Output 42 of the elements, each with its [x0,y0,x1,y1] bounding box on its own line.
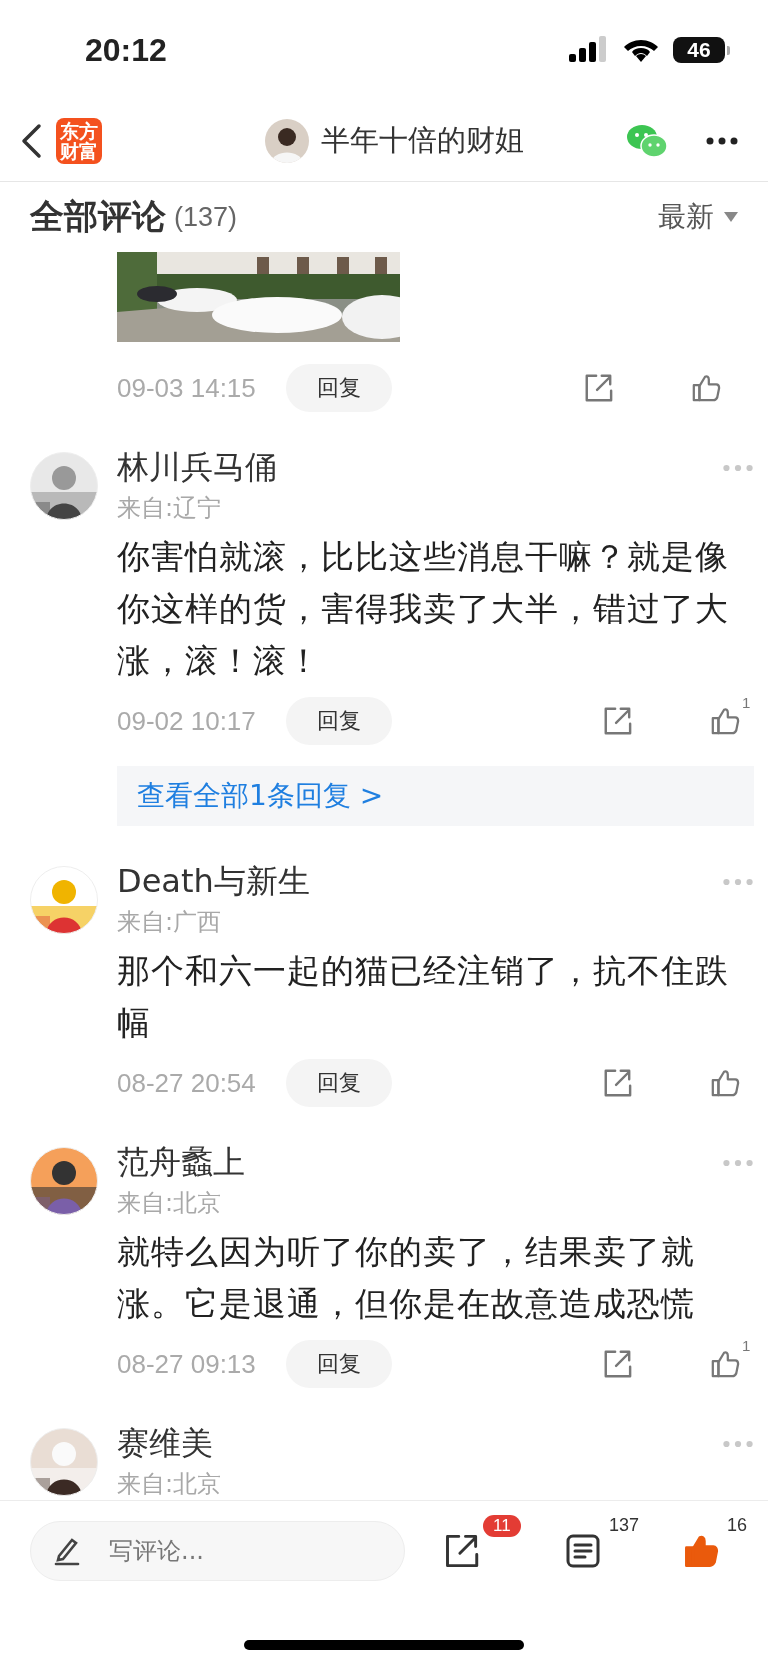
sort-dropdown[interactable]: 最新 [658,198,738,236]
comment-text: 你害怕就滚，比比这些消息干嘛？就是像你这样的货，害得我卖了大半，错过了大涨，滚！滚！ [117,536,730,682]
chat-bubbles-icon[interactable] [626,123,668,158]
user-name: 范舟蠡上 [117,1142,245,1183]
thumbs-up-icon[interactable] [710,706,740,736]
author-name: 半年十倍的财姐 [320,121,524,159]
share-icon[interactable] [443,1532,479,1569]
clock-time: 20:12 [85,31,167,69]
reply-button[interactable]: 回复 [285,1059,392,1107]
location-text: 来自:辽宁 [117,493,223,524]
comment-time: 08-27 09:13 [117,1348,256,1380]
reply-button[interactable]: 回复 [285,1340,392,1388]
section-title: 全部评论 [30,195,166,238]
reply-button[interactable]: 回复 [285,697,392,745]
location-text: 来自:北京 [117,1469,223,1500]
user-name: 赛维美 [117,1423,213,1464]
comment-count: 137 [609,1514,640,1536]
like-count: 1 [742,1337,751,1354]
thumbs-up-icon[interactable] [710,1068,740,1098]
back-icon[interactable] [20,122,42,159]
dropdown-caret-icon [724,212,738,222]
reply-button[interactable]: 回复 [285,364,392,412]
thumbs-up-icon[interactable] [710,1349,740,1379]
comment-time: 09-02 10:17 [117,705,256,737]
comment-text: 就特么因为听了你的卖了，结果卖了就涨。它是退通，但你是在故意造成恐慌 [117,1231,696,1325]
like-count: 16 [727,1514,748,1536]
more-icon[interactable] [706,136,738,145]
thumbs-up-icon[interactable] [691,373,721,403]
like-count: 1 [742,694,751,711]
comment-time: 09-03 14:15 [117,372,256,404]
comment-time: 08-27 20:54 [117,1067,256,1099]
location-text: 来自:北京 [117,1188,223,1219]
user-name: Death与新生 [117,861,310,902]
signal-icon [569,36,609,64]
comment-input[interactable]: 写评论... [30,1520,405,1581]
view-replies-link[interactable]: 查看全部1条回复 > [117,766,754,826]
user-name: 林川兵马俑 [117,447,277,488]
count-badge: 11 [483,1514,521,1537]
comment-text: 那个和六一起的猫已经注销了，抗不住跌幅 [117,950,730,1044]
comment-count: (137) [174,201,238,233]
location-text: 来自:广西 [117,907,223,938]
comments-icon[interactable] [565,1532,601,1569]
